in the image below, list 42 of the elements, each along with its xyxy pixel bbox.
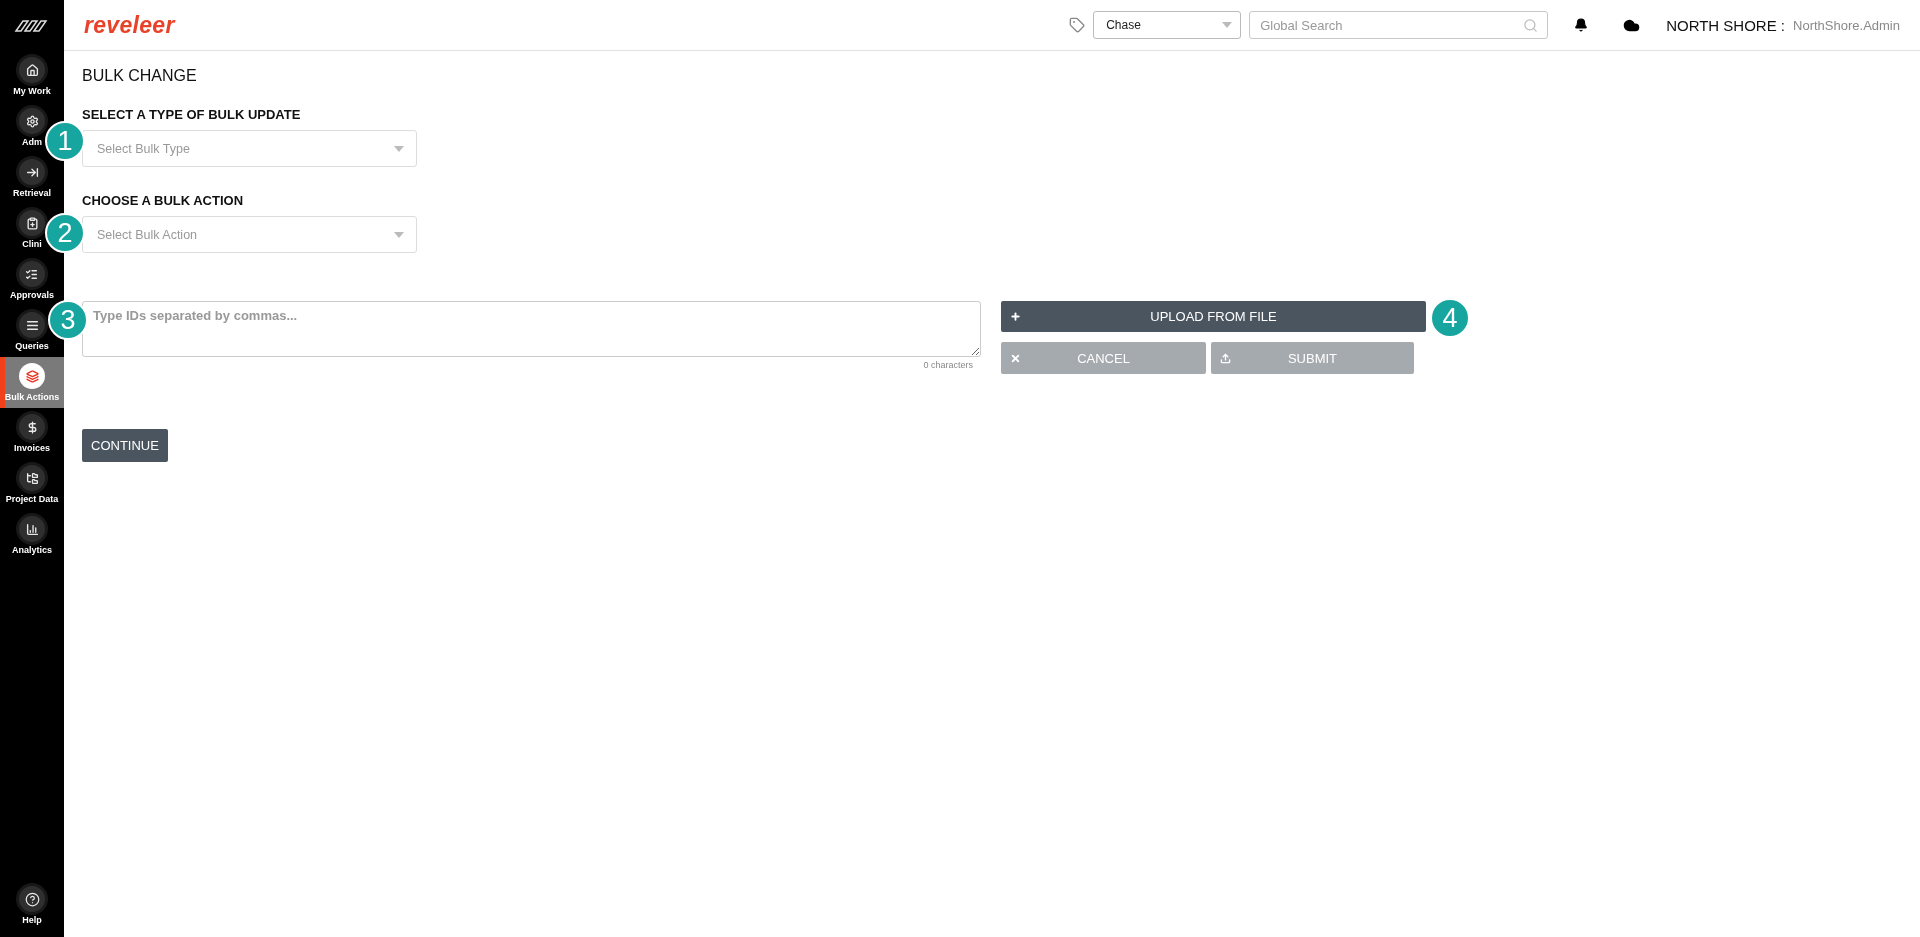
caret-icon <box>394 145 404 152</box>
sidebar-item[interactable]: Adm <box>19 102 45 153</box>
project-select[interactable]: Chase <box>1093 11 1242 39</box>
step-badge: 4 <box>1430 298 1470 338</box>
logo: reveleer <box>84 11 175 39</box>
organization-name: NORTH SHORE : <box>1666 16 1786 34</box>
plus-icon <box>1010 311 1021 322</box>
upload-icon <box>1220 352 1231 364</box>
caret-icon <box>394 231 404 238</box>
caret-icon <box>1222 22 1233 28</box>
gear-icon <box>19 108 45 134</box>
character-count: 0 characters <box>923 360 973 370</box>
sidebar-item[interactable]: Analytics <box>12 510 52 561</box>
sidebar-item[interactable]: Queries <box>15 306 49 357</box>
tag-icon <box>1069 17 1086 33</box>
checklist-icon <box>19 261 45 287</box>
page-title: BULK CHANGE <box>82 67 198 85</box>
continue-button[interactable]: CONTINUE <box>82 429 168 462</box>
sidebar-item[interactable]: My Work <box>13 51 51 102</box>
sidebar-item[interactable]: Project Data <box>5 459 59 510</box>
house-icon <box>19 57 45 83</box>
sidebar-item[interactable]: Clini <box>19 204 45 255</box>
layers-icon <box>19 363 45 389</box>
bar-chart-icon <box>19 516 45 542</box>
help-icon <box>19 886 45 912</box>
ids-field[interactable]: Type IDs separated by commas... <box>82 301 981 357</box>
step-badge: 2 <box>45 213 85 253</box>
field-label: SELECT A TYPE OF BULK UPDATE <box>82 107 302 122</box>
folder-tree-icon <box>19 465 45 491</box>
clipboard-icon <box>19 210 45 236</box>
user-name: NorthShore.Admin <box>1793 17 1900 33</box>
upload-button[interactable]: UPLOAD FROM FILE <box>1001 301 1426 332</box>
lines-icon <box>19 312 45 338</box>
sidebar-item[interactable]: Bulk Actions <box>0 357 64 408</box>
bell-icon[interactable] <box>1574 18 1589 32</box>
step-badge: 1 <box>45 121 85 161</box>
field-label: CHOOSE A BULK ACTION <box>82 193 245 208</box>
help-item[interactable]: Help <box>19 880 45 931</box>
sidebar-item[interactable]: Invoices <box>14 408 50 459</box>
dollar-icon <box>19 414 45 440</box>
search-field[interactable]: Global Search <box>1249 11 1549 39</box>
x-icon <box>1010 352 1021 364</box>
